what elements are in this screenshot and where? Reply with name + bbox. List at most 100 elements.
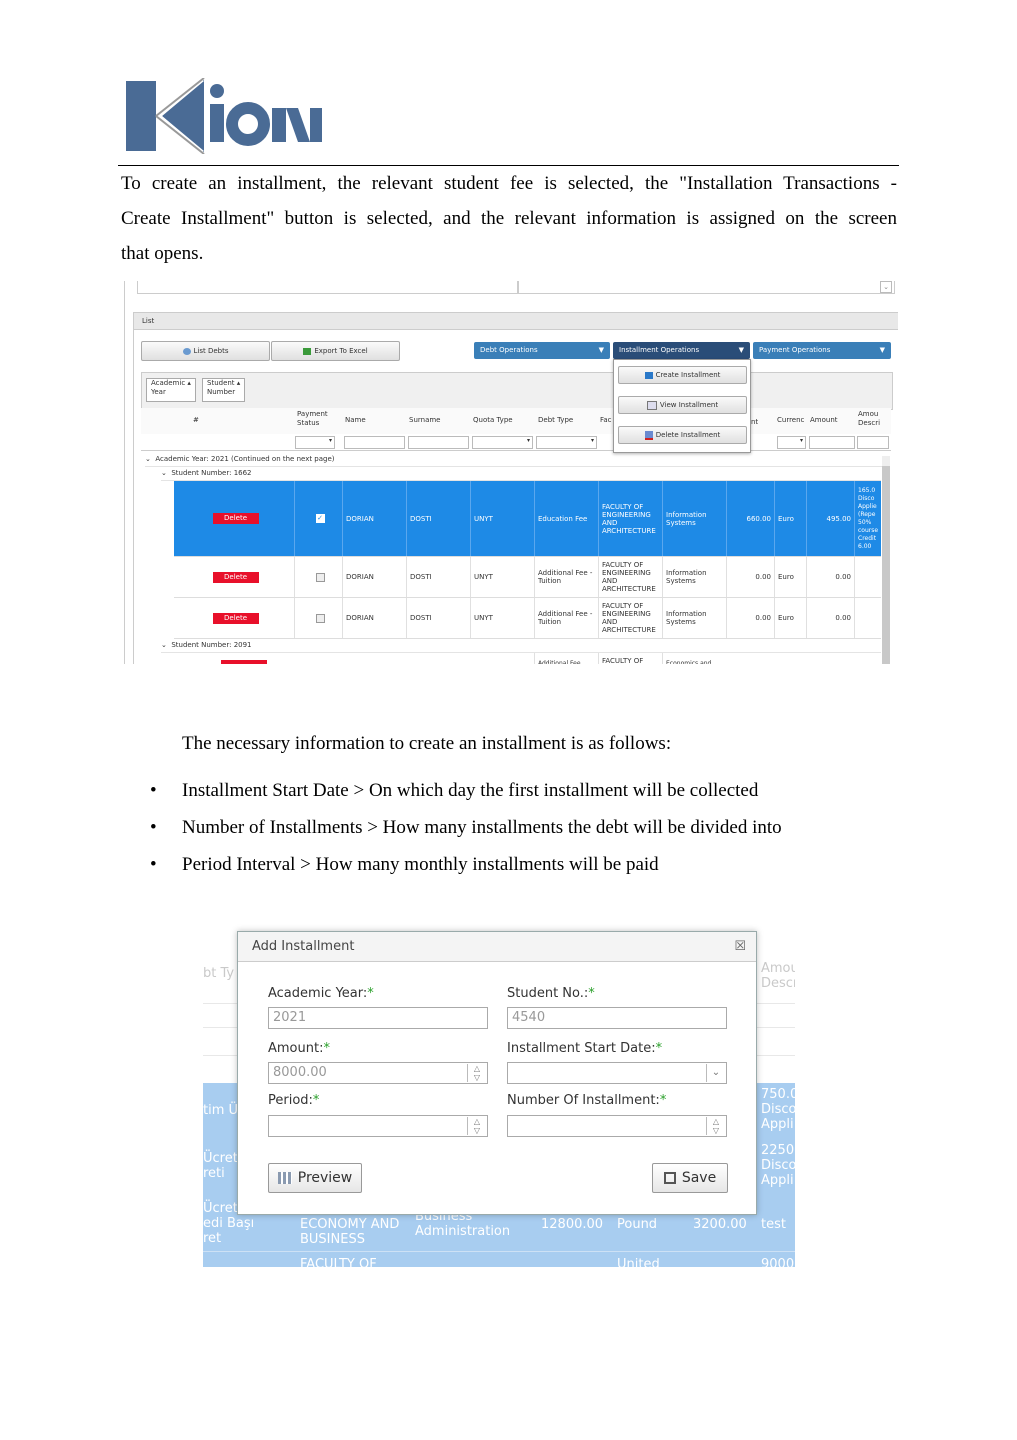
column-currency[interactable]: Currenc [777, 416, 804, 425]
group-row-academic-year[interactable]: ⌄ Academic Year: 2021 (Continued on the … [145, 452, 885, 467]
table-row-partial[interactable]: Additional Fee FACULTY OF Economics and [174, 653, 881, 664]
table-row[interactable]: Delete ✓ DORIAN DOSTI UNYT Education Fee… [174, 481, 881, 557]
surname-cell: DOSTI [406, 598, 470, 638]
bg-cell: 3200.00 [693, 1217, 747, 1232]
export-excel-button[interactable]: Export To Excel [271, 341, 400, 361]
group-row-student-2091[interactable]: ⌄ Student Number: 2091 [161, 638, 881, 653]
spinner-icon[interactable]: △ ▽ [706, 1117, 725, 1135]
bg-cell: Ücret reti [203, 1151, 238, 1181]
kion-logo [126, 77, 326, 155]
academic-year-label: Academic Year:* [268, 986, 374, 1001]
program-cell: Information Systems [662, 557, 726, 597]
period-field[interactable]: △ ▽ [268, 1115, 488, 1137]
add-installment-screenshot: bt Ty Amou Descr tim Ü Ücret reti Ücret edi… [203, 903, 795, 1267]
excel-icon [303, 347, 312, 355]
bg-cell: FACULTY OF [300, 1257, 377, 1267]
academic-year-field[interactable]: 2021 [268, 1007, 488, 1029]
name-cell: DORIAN [342, 598, 406, 638]
filter-amount[interactable] [809, 436, 855, 449]
delete-button-partial[interactable] [221, 660, 267, 664]
filter-payment-status[interactable]: ▾ [295, 436, 335, 449]
column-amount[interactable]: Amount [810, 416, 838, 425]
delete-button[interactable]: Delete [212, 513, 259, 524]
dropdown-arrow-icon: ▼ [879, 346, 885, 354]
group-chip-student-number[interactable]: Student ▴ Number [202, 378, 246, 402]
program-cell: Information Systems [662, 481, 726, 556]
preview-icon [277, 1172, 292, 1184]
filter-amount-desc[interactable] [857, 436, 889, 449]
intro-line-2: Create Installment" button is selected, … [121, 208, 897, 229]
total-cell: 0.00 [726, 557, 774, 597]
filter-name[interactable] [344, 436, 405, 449]
info-text: The necessary information to create an i… [182, 733, 672, 754]
spinner-icon[interactable]: △ ▽ [467, 1064, 486, 1082]
amount-cell: 0.00 [806, 557, 854, 597]
spinner-icon[interactable]: △ ▽ [467, 1117, 486, 1135]
debt-operations-button[interactable]: Debt Operations ▼ [474, 342, 610, 359]
name-cell: DORIAN [342, 557, 406, 597]
column-faculty[interactable]: Fac [600, 416, 612, 425]
scrollbar-thumb[interactable] [882, 466, 890, 664]
total-cell: 0.00 [726, 598, 774, 638]
debt-type-cell: Education Fee [534, 481, 598, 556]
table-row[interactable]: Delete DORIAN DOSTI UNYT Additional Fee … [174, 598, 881, 639]
delete-button[interactable]: Delete [212, 612, 259, 624]
payment-operations-button[interactable]: Payment Operations ▼ [753, 342, 891, 359]
quota-cell: UNYT [470, 557, 534, 597]
group-chip-academic-year[interactable]: Academic ▴ Year [146, 378, 196, 402]
chevron-down-icon[interactable]: ⌄ [880, 281, 892, 293]
payment-status-checkbox[interactable]: ✓ [315, 514, 325, 523]
save-button[interactable]: Save [652, 1163, 728, 1193]
search-icon [182, 347, 191, 355]
description-cell [854, 557, 881, 597]
currency-cell: Euro [774, 557, 806, 597]
number-of-installment-label: Number Of Installment:* [507, 1093, 667, 1108]
filter-quota-type[interactable]: ▾ [472, 436, 533, 449]
column-amount-partial[interactable]: nt [751, 418, 758, 427]
close-icon[interactable]: ☒ [734, 932, 746, 962]
vertical-scrollbar[interactable] [882, 456, 890, 664]
intro-line-1: To create an installment, the relevant s… [121, 173, 897, 194]
column-payment-status[interactable]: Payment Status [297, 410, 328, 428]
filter-surname[interactable] [408, 436, 469, 449]
list-debts-button[interactable]: List Debts [141, 341, 270, 361]
quota-cell: UNYT [470, 598, 534, 638]
filter-debt-type[interactable]: ▾ [536, 436, 597, 449]
view-installment-menu-item[interactable]: View Installment [618, 396, 747, 414]
column-amount-description[interactable]: Amou Descri [858, 410, 880, 428]
table-row[interactable]: Delete DORIAN DOSTI UNYT Additional Fee … [174, 557, 881, 598]
payment-status-checkbox[interactable] [315, 613, 325, 623]
currency-cell: Euro [774, 481, 806, 556]
total-cell: 660.00 [726, 481, 774, 556]
amount-field[interactable]: 8000.00 △ ▽ [268, 1062, 488, 1084]
installment-start-date-field[interactable]: ⌄ [507, 1062, 727, 1084]
bg-cell: 2250 Disco Appli [761, 1143, 795, 1188]
surname-cell: DOSTI [406, 481, 470, 556]
student-no-field[interactable]: 4540 [507, 1007, 727, 1029]
group-row-student-1662[interactable]: ⌄ Student Number: 1662 [161, 466, 881, 481]
delete-button[interactable]: Delete [212, 571, 259, 583]
description-cell [854, 598, 881, 638]
create-installment-menu-item[interactable]: Create Installment [618, 366, 747, 384]
preview-button[interactable]: Preview [268, 1163, 362, 1193]
amount-label: Amount:* [268, 1041, 330, 1056]
chevron-down-icon[interactable]: ⌄ [706, 1064, 725, 1082]
description-cell: 165.0 Disco Applie (Repe 50% course Credit 6.00 [854, 481, 881, 556]
debt-list-screenshot: ⌄ List List Debts Export To Excel Debt O… [124, 281, 898, 664]
column-quota-type[interactable]: Quota Type [473, 416, 513, 425]
name-cell: DORIAN [342, 481, 406, 556]
payment-status-checkbox[interactable] [315, 572, 325, 582]
installment-operations-button[interactable]: Installment Operations ▼ [613, 342, 750, 359]
installment-operations-menu: Create Installment View Installment Dele… [613, 359, 751, 453]
bg-cell: 12800.00 [541, 1217, 604, 1232]
column-surname[interactable]: Surname [409, 416, 441, 425]
column-name[interactable]: Name [345, 416, 366, 425]
filter-currency[interactable]: ▾ [777, 436, 806, 449]
faculty-cell: FACULTY OF ENGINEERING AND ARCHITECTURE [598, 557, 662, 597]
intro-paragraph: To create an installment, the relevant s… [121, 166, 897, 271]
delete-installment-menu-item[interactable]: Delete Installment [618, 426, 747, 444]
column-debt-type[interactable]: Debt Type [538, 416, 573, 425]
filter-row: ▾ ▾ ▾ ▾ [141, 434, 891, 451]
intro-line-3: that opens. [121, 243, 204, 264]
number-of-installment-field[interactable]: △ ▽ [507, 1115, 727, 1137]
